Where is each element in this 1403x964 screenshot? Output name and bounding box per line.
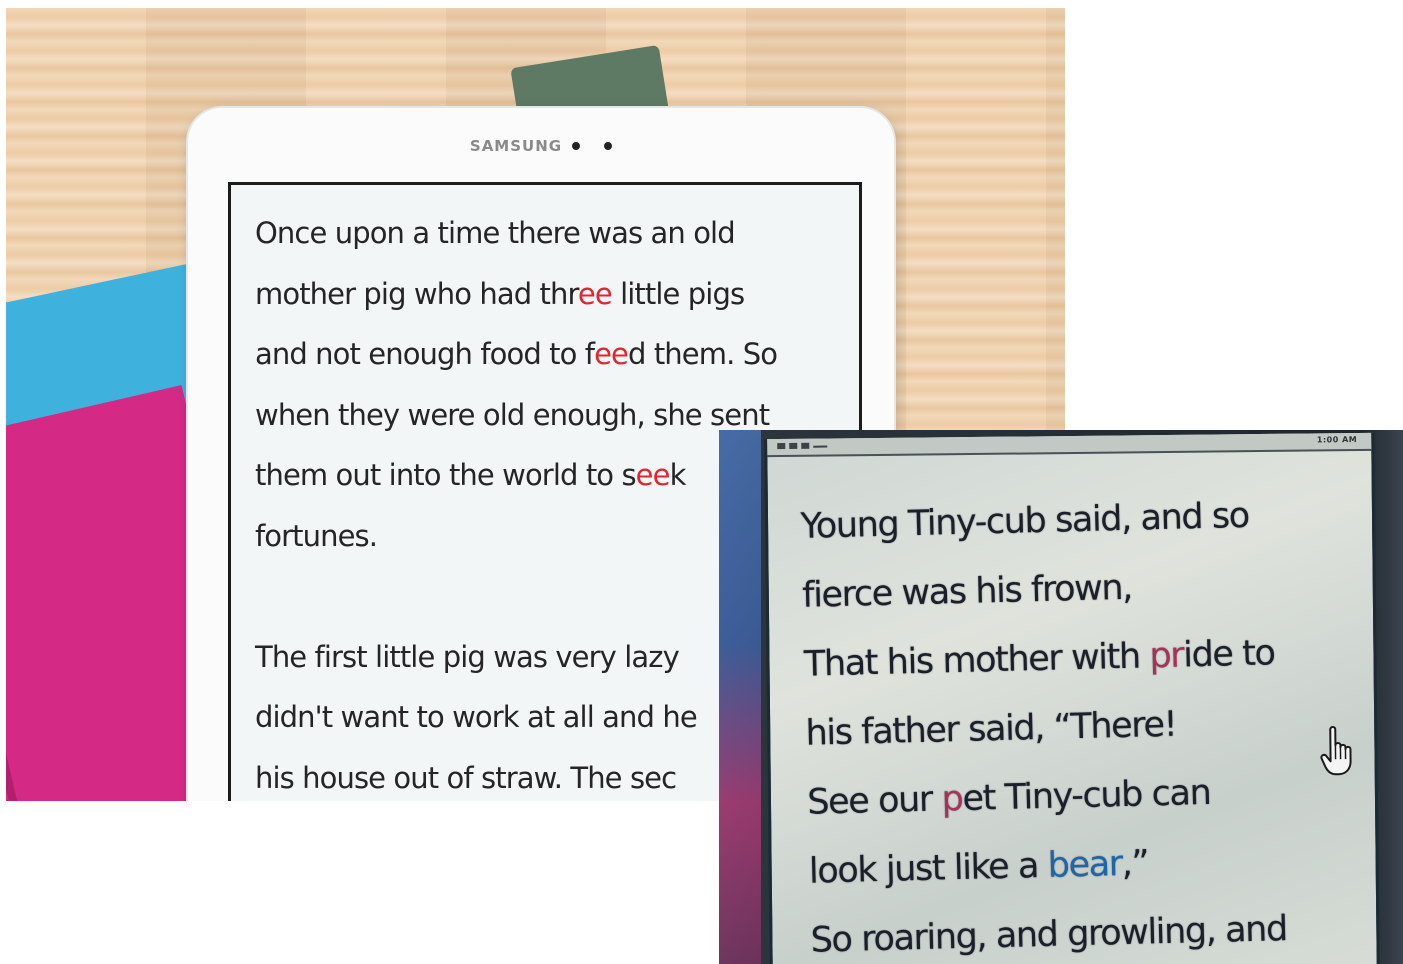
highlighted-letters: pr [1148,635,1184,677]
text-segment: So roaring, and growling, and [810,909,1288,961]
highlighted-letters: ee [635,458,671,492]
tablet-top-bezel: SAMSUNG [188,137,894,155]
text-segment: and not enough food to f [255,337,595,371]
text-segment: That his mother with [803,636,1150,685]
highlighted-letters: ee [594,337,629,371]
monitor-photo: 1:00 AM Young Tiny-cub said, and so fierc… [719,430,1403,964]
monitor-screen: 1:00 AM Young Tiny-cub said, and so fierc… [764,432,1382,964]
brand-logo: SAMSUNG [469,137,563,155]
text-segment: Once upon a time there was an old [255,216,736,250]
text-line: and not enough food to feed them. So [255,324,855,385]
sensor-dot-icon [604,142,613,150]
side-glare [719,430,761,964]
camera-dot-icon [572,142,581,150]
text-segment: them out into the world to s [255,458,637,492]
text-segment: et Tiny-cub can [961,772,1211,819]
poem-text: Young Tiny-cub said, and so fierce was hi… [800,479,1382,964]
window-control-icon[interactable] [789,442,798,449]
highlighted-letters: p [941,778,963,820]
status-readout: 1:00 AM [1316,434,1358,445]
text-segment: his father said, “There! [805,704,1177,754]
minimize-icon[interactable] [813,445,828,448]
text-segment: ,” [1121,843,1149,885]
window-control-icon[interactable] [801,442,810,449]
text-segment: look just like a [808,845,1049,892]
text-segment: k [669,458,687,492]
text-segment: The first little pig was very lazy [255,639,680,674]
highlighted-letters: bear [1047,844,1123,886]
text-segment: when they were old enough, she sent [255,397,770,432]
highlighted-letters: ee [577,276,613,311]
text-segment: ide to [1182,633,1276,676]
text-segment: his house out of straw. The sec [255,760,677,795]
text-segment: little pigs [611,276,745,311]
text-segment: Young Tiny-cub said, and so [800,495,1250,547]
text-line: Once upon a time there was an old [255,203,855,264]
text-segment: fierce was his frown, [801,567,1133,616]
text-line: mother pig who had three little pigs [255,264,855,325]
window-control-icon[interactable] [777,442,786,450]
text-segment: d them. So [628,337,778,371]
text-segment: See our [806,779,943,823]
text-segment: didn't want to work at all and he [255,700,698,734]
hand-pointer-icon [1320,726,1352,776]
text-segment: fortunes. [255,518,378,553]
text-segment: mother pig who had thr [255,276,579,311]
